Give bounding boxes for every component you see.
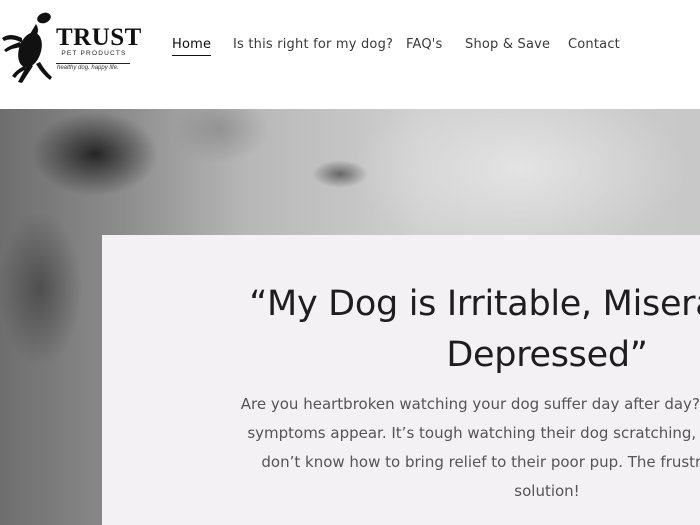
hero-text-line: Are you heartbroken watching your dog su… (240, 395, 700, 413)
logo-subtitle: PET PRODUCTS (61, 50, 127, 57)
hero-text-line: symptoms appear. It’s tough watching the… (247, 424, 700, 442)
hero-description: Are you heartbroken watching your dog su… (102, 390, 700, 506)
hero-text-line: solution! (514, 482, 580, 500)
site-header: TRUST PET PRODUCTS healthy dog. happy li… (0, 0, 700, 109)
hero-title-line: “My Dog is Irritable, Miserable and (249, 284, 700, 324)
hero-text-line: don’t know how to bring relief to their … (261, 453, 700, 471)
nav-shop-save[interactable]: Shop & Save (465, 37, 550, 52)
hero-section: “My Dog is Irritable, Miserable and Depr… (0, 109, 700, 525)
logo-brand-text: TRUST (56, 24, 142, 51)
nav-faqs[interactable]: FAQ's (406, 37, 443, 52)
nav-contact[interactable]: Contact (568, 37, 620, 52)
nav-is-this-right[interactable]: Is this right for my dog? (233, 37, 393, 52)
hero-title-line: Depressed” (446, 335, 648, 375)
logo-tagline: healthy dog. happy life. (57, 65, 119, 71)
jumping-dog-logo-icon (2, 12, 52, 83)
hero-title: “My Dog is Irritable, Miserable and Depr… (102, 279, 700, 381)
nav-home[interactable]: Home (172, 37, 212, 56)
logo-divider (56, 63, 130, 64)
logo[interactable]: TRUST PET PRODUCTS healthy dog. happy li… (0, 8, 142, 86)
hero-card: “My Dog is Irritable, Miserable and Depr… (102, 235, 700, 525)
